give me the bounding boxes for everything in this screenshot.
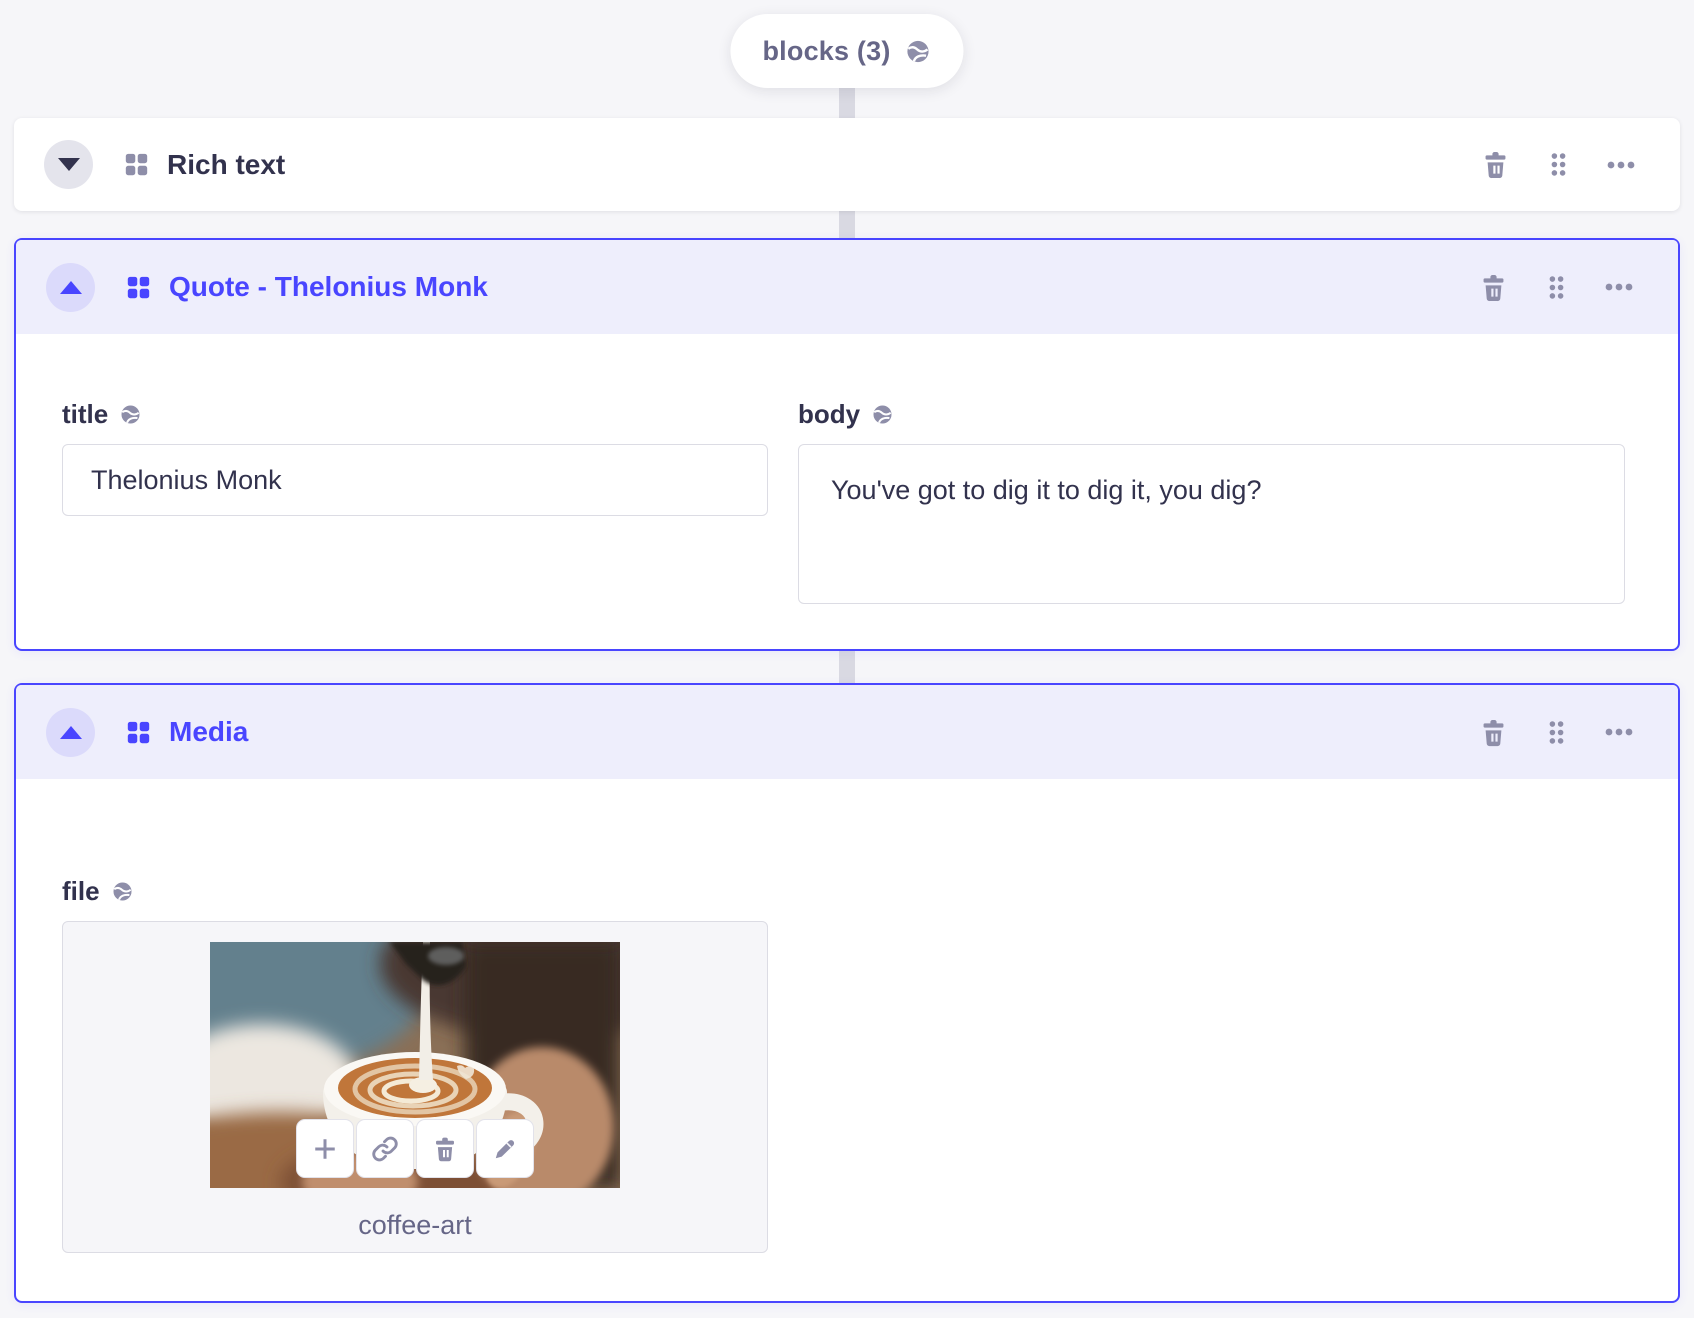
block-header-quote[interactable]: Quote - Thelonius Monk bbox=[16, 240, 1678, 334]
collapse-toggle-button[interactable] bbox=[46, 707, 95, 757]
more-options-button[interactable] bbox=[1604, 717, 1634, 747]
localization-globe-icon bbox=[111, 880, 134, 903]
delete-block-button[interactable] bbox=[1478, 272, 1509, 303]
more-options-button[interactable] bbox=[1606, 150, 1636, 180]
media-action-toolbar bbox=[296, 1119, 534, 1178]
caret-up-icon bbox=[59, 725, 82, 739]
block-rich-text: Rich text bbox=[14, 118, 1680, 211]
media-file-card: coffee-art bbox=[62, 921, 768, 1253]
file-field-label: file bbox=[62, 876, 100, 906]
drag-handle[interactable] bbox=[1542, 718, 1571, 747]
localization-globe-icon bbox=[871, 403, 894, 426]
media-preview-image bbox=[210, 942, 620, 1188]
expand-toggle-button[interactable] bbox=[44, 140, 93, 189]
localization-globe-icon bbox=[119, 403, 142, 426]
copy-link-button[interactable] bbox=[356, 1119, 414, 1178]
add-media-button[interactable] bbox=[296, 1119, 354, 1178]
block-header-rich-text[interactable]: Rich text bbox=[14, 118, 1680, 211]
caret-down-icon bbox=[57, 158, 80, 171]
collapse-toggle-button[interactable] bbox=[46, 262, 95, 312]
block-connector-line bbox=[839, 649, 855, 687]
block-quote: Quote - Thelonius Monk title body bbox=[14, 238, 1680, 651]
block-connector-line bbox=[839, 84, 855, 120]
block-connector-line bbox=[839, 208, 855, 242]
block-title: Rich text bbox=[167, 148, 286, 180]
delete-block-button[interactable] bbox=[1478, 717, 1509, 748]
title-input[interactable] bbox=[62, 444, 768, 516]
block-title: Quote - Thelonius Monk bbox=[169, 271, 488, 302]
more-options-button[interactable] bbox=[1604, 272, 1634, 302]
drag-handle[interactable] bbox=[1544, 150, 1573, 179]
blocks-count-label: blocks (3) bbox=[762, 35, 891, 66]
body-field-label: body bbox=[798, 399, 861, 429]
block-media: Media file coffee-art bbox=[14, 683, 1680, 1303]
globe-icon bbox=[905, 38, 932, 65]
edit-media-button[interactable] bbox=[476, 1119, 534, 1178]
title-field-label: title bbox=[62, 399, 109, 429]
media-filename: coffee-art bbox=[358, 1210, 472, 1240]
delete-media-button[interactable] bbox=[416, 1119, 474, 1178]
blocks-icon bbox=[125, 274, 152, 301]
delete-block-button[interactable] bbox=[1480, 149, 1511, 180]
blocks-count-pill: blocks (3) bbox=[730, 14, 964, 88]
block-title: Media bbox=[169, 716, 249, 747]
body-textarea[interactable]: You've got to dig it to dig it, you dig? bbox=[798, 444, 1625, 604]
drag-handle[interactable] bbox=[1542, 273, 1571, 302]
body-field-group: body You've got to dig it to dig it, you… bbox=[798, 398, 1625, 604]
dynamic-zone-editor: blocks (3) Rich text Quote - Thelonius M… bbox=[0, 0, 1694, 1318]
title-field-group: title bbox=[62, 398, 768, 604]
blocks-icon bbox=[123, 151, 150, 178]
block-header-media[interactable]: Media bbox=[16, 685, 1678, 779]
blocks-icon bbox=[125, 719, 152, 746]
caret-up-icon bbox=[59, 280, 82, 294]
